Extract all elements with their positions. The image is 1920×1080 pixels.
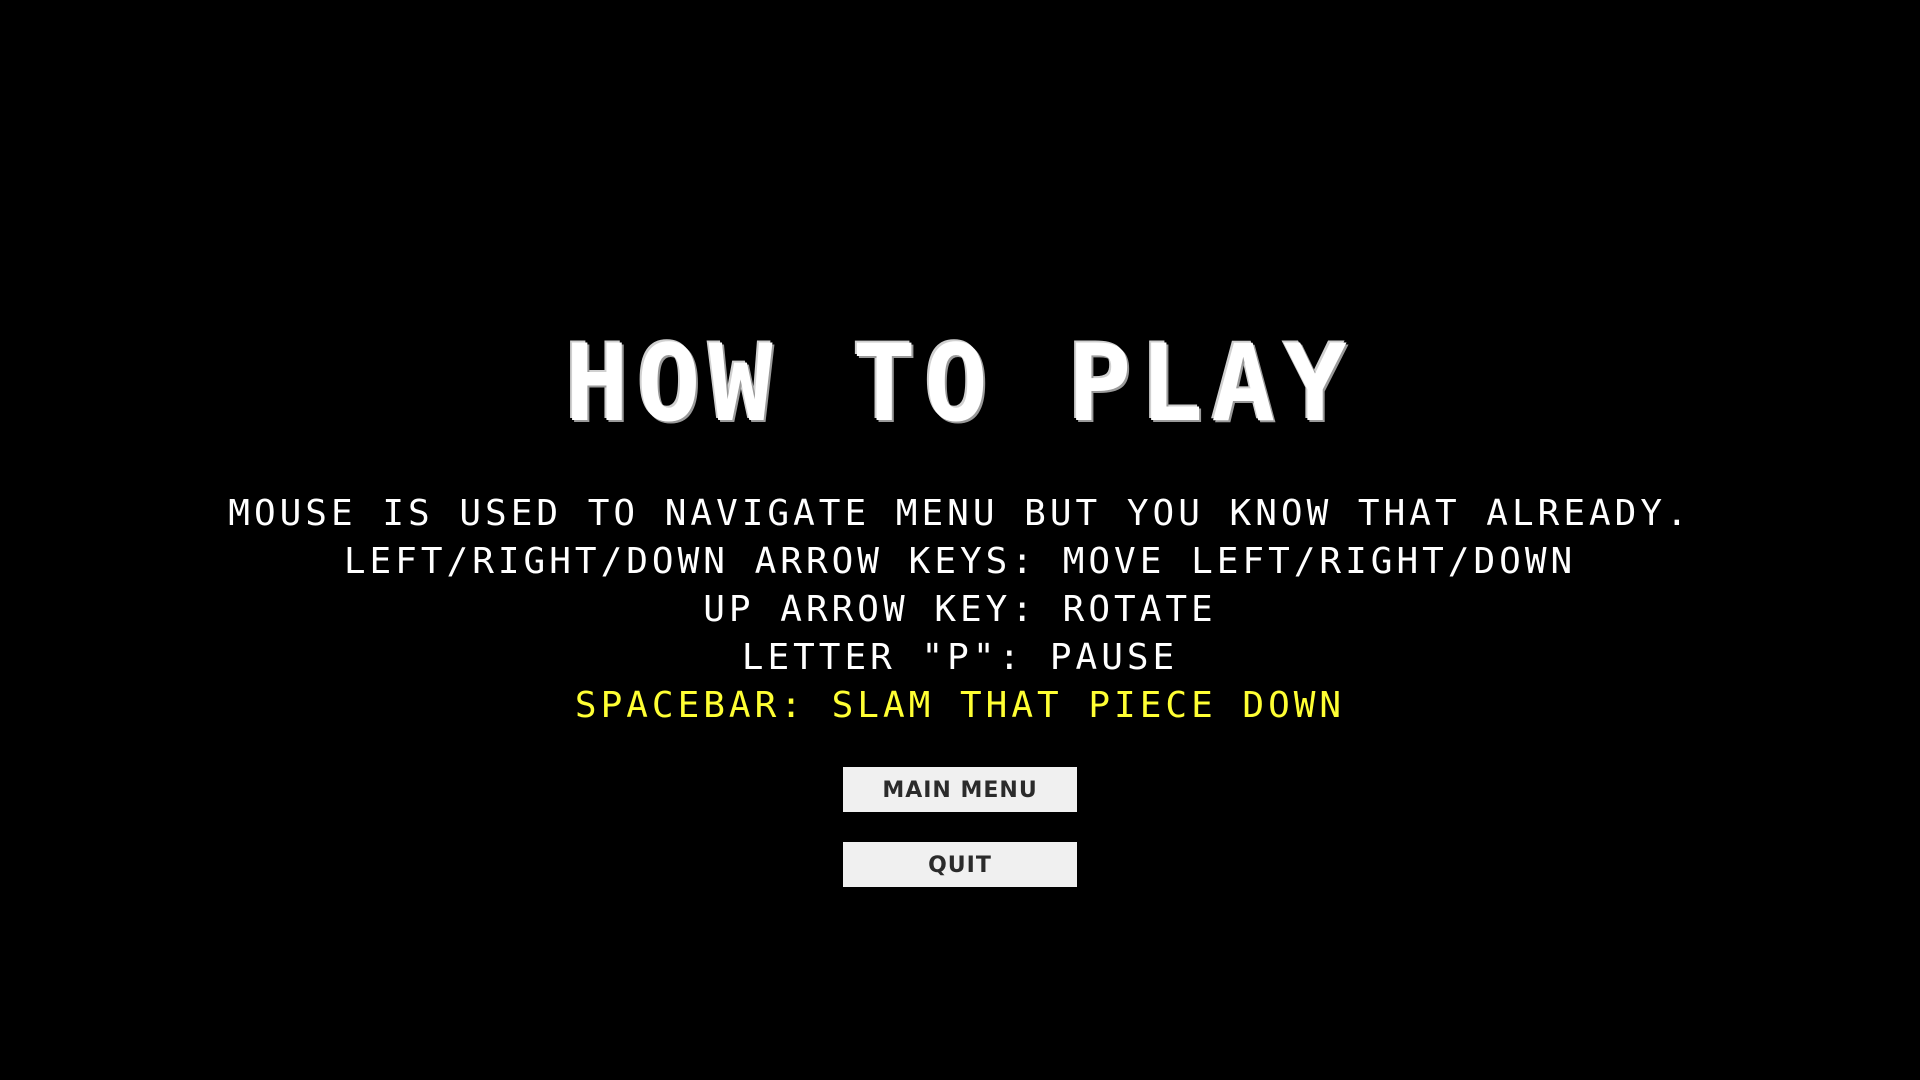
instruction-slam: SPACEBAR: SLAM THAT PIECE DOWN [574, 685, 1346, 726]
instruction-pause: LETTER "P": PAUSE [741, 637, 1179, 678]
quit-button[interactable]: QUIT [843, 842, 1077, 887]
how-to-play-screen: HOW TO PLAY MOUSE IS USED TO NAVIGATE ME… [0, 0, 1920, 1080]
page-title: HOW TO PLAY [565, 322, 1355, 445]
instruction-move: LEFT/RIGHT/DOWN ARROW KEYS: MOVE LEFT/RI… [343, 541, 1577, 582]
instruction-rotate: UP ARROW KEY: ROTATE [703, 589, 1217, 630]
instructions-block: MOUSE IS USED TO NAVIGATE MENU BUT YOU K… [0, 490, 1920, 730]
instruction-mouse: MOUSE IS USED TO NAVIGATE MENU BUT YOU K… [228, 493, 1692, 534]
main-menu-button[interactable]: MAIN MENU [843, 767, 1077, 812]
